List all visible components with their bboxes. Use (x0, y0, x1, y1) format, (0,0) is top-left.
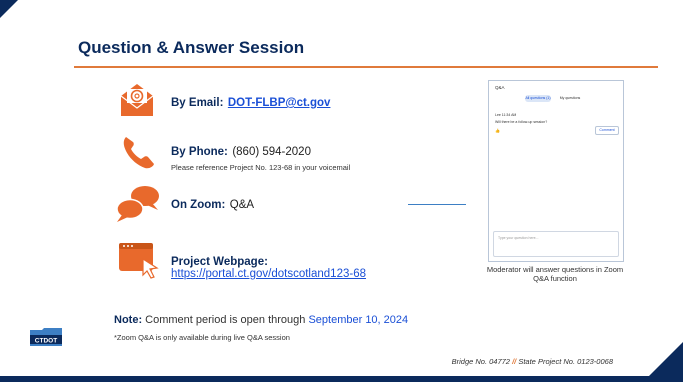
note-label: Note: (114, 314, 143, 326)
project-reference: Bridge No. 04772 // State Project No. 01… (452, 357, 613, 366)
zoom-value: Q&A (229, 199, 255, 211)
comment-button[interactable]: Comment (595, 126, 619, 135)
zoom-row: On Zoom: Q&A (171, 195, 254, 213)
webpage-label: Project Webpage: (171, 256, 268, 268)
phone-label: By Phone: (171, 146, 228, 158)
email-label: By Email: (171, 97, 224, 109)
tab-my-questions[interactable]: My questions (557, 95, 583, 102)
tab-all-questions[interactable]: All questions (1) (525, 95, 551, 102)
slide: Question & Answer Session By Email: DOT-… (0, 0, 683, 382)
bottom-bar (0, 376, 683, 382)
webpage-row: Project Webpage: https://portal.ct.gov/d… (171, 256, 366, 280)
logo-text: CTDOT (35, 338, 57, 345)
email-icon (118, 82, 156, 123)
zoom-connector-line (408, 204, 466, 205)
state-project-number: State Project No. 0123-0068 (518, 357, 613, 366)
reference-separator: // (512, 357, 517, 366)
question-text: Will there be a follow-up session? (495, 120, 548, 124)
bridge-number: Bridge No. 04772 (451, 357, 510, 366)
question-author: Lee 11:34 AM (495, 113, 517, 117)
webpage-icon (117, 241, 161, 286)
thumbs-up-icon[interactable]: 👍 (495, 128, 500, 133)
qa-panel-title: Q&A (495, 85, 505, 90)
phone-note: Please reference Project No. 123-68 in y… (171, 163, 351, 172)
note-line: Note: Comment period is open through Sep… (114, 314, 408, 326)
ctdot-logo: CTDOT (28, 326, 64, 350)
panel-caption: Moderator will answer questions in Zoom … (486, 265, 624, 283)
note-text: Comment period is open through (145, 314, 306, 326)
webpage-link[interactable]: https://portal.ct.gov/dotscotland123-68 (171, 268, 366, 280)
phone-row: By Phone: (860) 594-2020 (171, 142, 311, 160)
email-row: By Email: DOT-FLBP@ct.gov (171, 93, 330, 111)
chat-icon (114, 184, 162, 229)
title-divider (74, 66, 658, 68)
note-date: September 10, 2024 (308, 314, 409, 326)
corner-accent (0, 0, 18, 18)
zoom-label: On Zoom: (171, 199, 226, 211)
footnote: *Zoom Q&A is only available during live … (114, 333, 290, 342)
phone-number: (860) 594-2020 (232, 146, 311, 158)
corner-accent-bottom (643, 342, 683, 382)
page-title: Question & Answer Session (78, 38, 305, 57)
question-input-placeholder: Type your question here... (498, 236, 539, 240)
question-input[interactable]: Type your question here... (493, 231, 619, 257)
phone-icon (120, 134, 156, 175)
zoom-qa-panel: Q&A All questions (1) My questions Lee 1… (488, 80, 624, 262)
email-link[interactable]: DOT-FLBP@ct.gov (228, 97, 331, 109)
